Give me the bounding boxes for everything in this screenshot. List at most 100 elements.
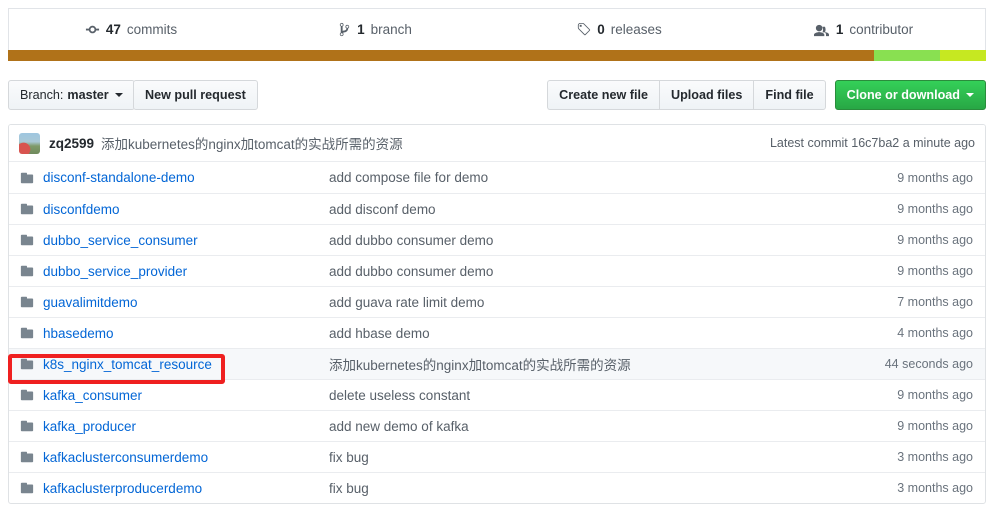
- branch-name-label: master: [67, 87, 109, 102]
- folder-icon: [19, 233, 35, 247]
- file-row[interactable]: kafka_consumer delete useless constant 9 m…: [9, 379, 985, 410]
- file-commit-message[interactable]: delete useless constant: [329, 388, 835, 403]
- branch-icon: [338, 22, 351, 37]
- file-row[interactable]: hbasedemo add hbase demo 4 months ago: [9, 317, 985, 348]
- file-name-cell: disconf-standalone-demo: [9, 170, 329, 185]
- language-segment-javascript[interactable]: [940, 50, 986, 61]
- file-row[interactable]: disconf-standalone-demo add compose file …: [9, 162, 985, 193]
- stat-label: contributor: [849, 22, 914, 37]
- file-listing: zq2599 添加kubernetes的nginx加tomcat的实战所需的资源…: [8, 124, 986, 504]
- folder-icon: [19, 202, 35, 216]
- file-name-cell: guavalimitdemo: [9, 295, 329, 310]
- stat-count: 47: [105, 22, 121, 37]
- commit-sha-link[interactable]: 16c7ba2: [851, 136, 899, 150]
- file-name-cell: kafka_producer: [9, 419, 329, 434]
- file-commit-message[interactable]: add guava rate limit demo: [329, 295, 835, 310]
- stat-label: commits: [126, 22, 178, 37]
- language-bar: [8, 50, 986, 61]
- folder-icon: [19, 450, 35, 464]
- file-commit-time: 3 months ago: [897, 450, 973, 464]
- folder-icon: [19, 388, 35, 402]
- clone-or-download-button[interactable]: Clone or download: [834, 80, 986, 110]
- file-row[interactable]: kafkaclusterconsumerdemo fix bug 3 months …: [9, 441, 985, 472]
- file-name-link[interactable]: kafkaclusterconsumerdemo: [43, 450, 208, 465]
- repository-toolbar: Branch: master New pull request Create n…: [8, 80, 986, 110]
- file-name-cell: kafkaclusterconsumerdemo: [9, 450, 329, 465]
- file-commit-message[interactable]: add new demo of kafka: [329, 419, 835, 434]
- file-name-link[interactable]: disconf-standalone-demo: [43, 170, 195, 185]
- file-name-cell: kafkaclusterproducerdemo: [9, 481, 329, 496]
- file-commit-message[interactable]: add dubbo consumer demo: [329, 233, 835, 248]
- create-new-file-button[interactable]: Create new file: [547, 80, 659, 110]
- file-row[interactable]: kafkaclusterproducerdemo fix bug 3 months …: [9, 472, 985, 503]
- commit-time: a minute ago: [902, 136, 975, 150]
- file-name-cell: k8s_nginx_tomcat_resource: [9, 357, 329, 372]
- new-pull-request-button[interactable]: New pull request: [133, 80, 258, 110]
- tag-icon: [576, 22, 591, 37]
- file-commit-message[interactable]: fix bug: [329, 450, 835, 465]
- file-name-link[interactable]: disconfdemo: [43, 202, 120, 217]
- latest-commit-info: Latest commit 16c7ba2 a minute ago: [770, 136, 975, 150]
- file-name-cell: hbasedemo: [9, 326, 329, 341]
- language-segment-shell[interactable]: [873, 50, 941, 61]
- file-commit-time: 9 months ago: [897, 202, 973, 216]
- avatar[interactable]: [19, 132, 40, 154]
- branch-prefix-label: Branch:: [20, 87, 64, 102]
- folder-icon: [19, 264, 35, 278]
- upload-files-button[interactable]: Upload files: [659, 80, 754, 110]
- commit-icon: [85, 22, 100, 37]
- file-commit-time: 3 months ago: [897, 481, 973, 495]
- latest-commit-header: zq2599 添加kubernetes的nginx加tomcat的实战所需的资源…: [9, 125, 985, 162]
- file-name-link[interactable]: dubbo_service_consumer: [43, 233, 198, 248]
- file-commit-time: 9 months ago: [897, 419, 973, 433]
- file-name-link[interactable]: kafkaclusterproducerdemo: [43, 481, 202, 496]
- file-name-link[interactable]: guavalimitdemo: [43, 295, 138, 310]
- file-commit-message[interactable]: add compose file for demo: [329, 170, 835, 185]
- file-name-cell: disconfdemo: [9, 202, 329, 217]
- file-commit-message[interactable]: add hbase demo: [329, 326, 835, 341]
- file-name-link[interactable]: kafka_producer: [43, 419, 136, 434]
- file-commit-message[interactable]: add dubbo consumer demo: [329, 264, 835, 279]
- repository-stats-bar: 47 commits 1 branch 0 releases 1 contrib…: [8, 8, 986, 50]
- file-row[interactable]: dubbo_service_consumer add dubbo consumer…: [9, 224, 985, 255]
- file-commit-message[interactable]: add disconf demo: [329, 202, 835, 217]
- branch-selector-button[interactable]: Branch: master: [8, 80, 135, 110]
- stat-contributors[interactable]: 1 contributor: [741, 22, 985, 37]
- folder-icon: [19, 419, 35, 433]
- stat-commits[interactable]: 47 commits: [9, 22, 253, 37]
- file-commit-time: 9 months ago: [897, 170, 973, 185]
- stat-count: 1: [835, 22, 844, 37]
- file-commit-message[interactable]: 添加kubernetes的nginx加tomcat的实战所需的资源: [329, 354, 835, 374]
- file-row[interactable]: guavalimitdemo add guava rate limit demo 7…: [9, 286, 985, 317]
- file-commit-time: 7 months ago: [897, 295, 973, 309]
- chevron-down-icon: [966, 93, 974, 97]
- stat-branches[interactable]: 1 branch: [253, 22, 497, 37]
- commit-author-link[interactable]: zq2599: [49, 136, 94, 151]
- file-row[interactable]: kafka_producer add new demo of kafka 9 mon…: [9, 410, 985, 441]
- commit-message[interactable]: 添加kubernetes的nginx加tomcat的实战所需的资源: [101, 133, 403, 153]
- stat-label: branch: [370, 22, 412, 37]
- file-commit-time: 9 months ago: [897, 264, 973, 278]
- file-name-cell: kafka_consumer: [9, 388, 329, 403]
- file-name-link[interactable]: hbasedemo: [43, 326, 114, 341]
- find-file-button[interactable]: Find file: [753, 80, 826, 110]
- file-name-link[interactable]: kafka_consumer: [43, 388, 142, 403]
- file-name-link[interactable]: dubbo_service_provider: [43, 264, 187, 279]
- file-rows: disconf-standalone-demo add compose file …: [9, 162, 985, 503]
- stat-releases[interactable]: 0 releases: [497, 22, 741, 37]
- repository-page: 47 commits 1 branch 0 releases 1 contrib…: [0, 0, 994, 526]
- clone-or-download-label: Clone or download: [846, 87, 960, 102]
- file-row[interactable]: disconfdemo add disconf demo 9 months ago: [9, 193, 985, 224]
- file-commit-message[interactable]: fix bug: [329, 481, 835, 496]
- file-name-cell: dubbo_service_consumer: [9, 233, 329, 248]
- language-segment-java[interactable]: [8, 50, 874, 61]
- file-name-link[interactable]: k8s_nginx_tomcat_resource: [43, 357, 212, 372]
- file-row[interactable]: dubbo_service_provider add dubbo consumer…: [9, 255, 985, 286]
- file-row[interactable]: k8s_nginx_tomcat_resource 添加kubernetes的ng…: [9, 348, 985, 379]
- folder-icon: [19, 171, 35, 185]
- toolbar-right-group: Create new file Upload files Find file C…: [547, 80, 986, 110]
- folder-icon: [19, 481, 35, 495]
- folder-icon: [19, 357, 35, 371]
- stat-count: 1: [357, 22, 365, 37]
- people-icon: [813, 22, 830, 37]
